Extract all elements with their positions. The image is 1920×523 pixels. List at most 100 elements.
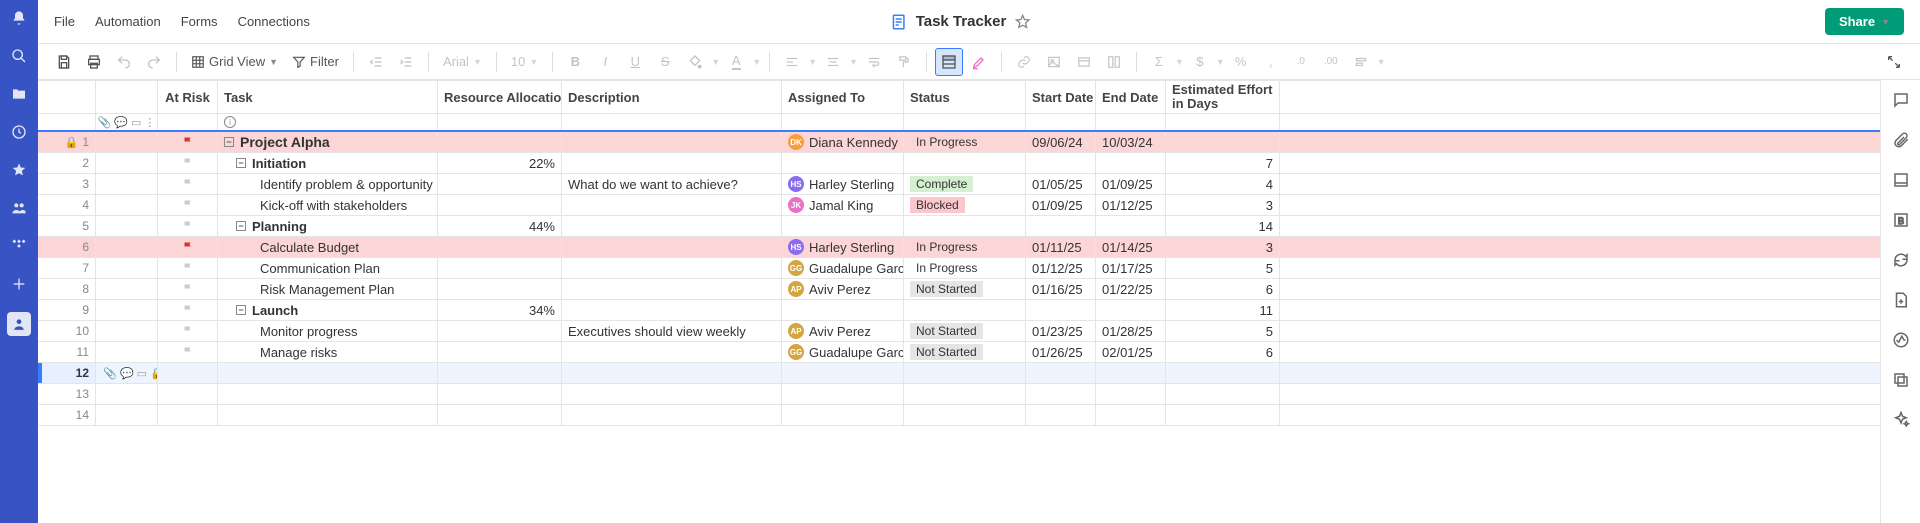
search-icon[interactable] (9, 46, 29, 66)
cell-effort[interactable]: 6 (1166, 342, 1280, 362)
refresh-panel-icon[interactable] (1891, 250, 1911, 270)
row-number[interactable]: 9 (38, 300, 96, 320)
underline-icon[interactable]: U (621, 48, 649, 76)
attachments-panel-icon[interactable] (1891, 130, 1911, 150)
cell-description[interactable] (562, 405, 782, 425)
cell-atrisk[interactable] (158, 132, 218, 152)
cell-resource[interactable]: 44% (438, 216, 562, 236)
lock-icon[interactable]: 🔒 (150, 367, 158, 380)
cell-effort[interactable] (1166, 132, 1280, 152)
cell-status[interactable]: Complete (904, 174, 1026, 194)
cell-start[interactable]: 01/09/25 (1026, 195, 1096, 215)
cell-atrisk[interactable] (158, 321, 218, 341)
data-row[interactable]: 9 −Launch 34% 11 (38, 300, 1880, 321)
cell-assigned[interactable]: DKDiana Kennedy (782, 132, 904, 152)
cell-status[interactable]: Not Started (904, 342, 1026, 362)
flag-icon[interactable] (182, 178, 194, 190)
cell-assigned[interactable] (782, 153, 904, 173)
cell-task[interactable]: −Launch (218, 300, 438, 320)
cell-description[interactable] (562, 342, 782, 362)
cell-description[interactable] (562, 195, 782, 215)
empty-row[interactable]: 13 (38, 384, 1880, 405)
copy-panel-icon[interactable] (1891, 370, 1911, 390)
row-menu-icon[interactable]: ⋮ (96, 367, 100, 380)
cell-end[interactable] (1096, 153, 1166, 173)
user-icon[interactable] (7, 312, 31, 336)
percent-icon[interactable]: % (1227, 48, 1255, 76)
cell-end[interactable]: 01/09/25 (1096, 174, 1166, 194)
print-icon[interactable] (80, 48, 108, 76)
cell-end[interactable]: 01/17/25 (1096, 258, 1166, 278)
grid[interactable]: At Risk Task Resource Allocation Descrip… (38, 80, 1880, 523)
cell-effort[interactable]: 6 (1166, 279, 1280, 299)
cell-atrisk[interactable] (158, 279, 218, 299)
cell-atrisk[interactable] (158, 300, 218, 320)
cell-task[interactable]: −Initiation (218, 153, 438, 173)
cell-assigned[interactable]: GGGuadalupe Garcia (782, 258, 904, 278)
cell-description[interactable]: What do we want to achieve? (562, 174, 782, 194)
collapse-toggle[interactable]: − (224, 137, 234, 147)
data-row[interactable]: 4 Kick-off with stakeholders JKJamal Kin… (38, 195, 1880, 216)
cell-end[interactable] (1096, 300, 1166, 320)
cell-assigned[interactable]: JKJamal King (782, 195, 904, 215)
cell-assigned[interactable] (782, 216, 904, 236)
strikethrough-icon[interactable]: S (651, 48, 679, 76)
cell-description[interactable] (562, 279, 782, 299)
row-number[interactable]: 7 (38, 258, 96, 278)
row-number[interactable]: 6 (38, 237, 96, 257)
flag-icon[interactable] (182, 262, 194, 274)
cell-description[interactable] (562, 384, 782, 404)
cell-resource[interactable] (438, 258, 562, 278)
cell-start[interactable]: 01/16/25 (1026, 279, 1096, 299)
cell-task[interactable]: Monitor progress (218, 321, 438, 341)
cell-effort[interactable]: 5 (1166, 258, 1280, 278)
cell-assigned[interactable]: HSHarley Sterling (782, 237, 904, 257)
menu-forms[interactable]: Forms (181, 14, 218, 29)
fill-color-icon[interactable] (681, 48, 709, 76)
cell-task[interactable] (218, 384, 438, 404)
cell-start[interactable] (1026, 363, 1096, 383)
sum-icon[interactable]: Σ (1145, 48, 1173, 76)
people-icon[interactable] (9, 198, 29, 218)
menu-automation[interactable]: Automation (95, 14, 161, 29)
cell-effort[interactable] (1166, 363, 1280, 383)
cell-end[interactable]: 01/14/25 (1096, 237, 1166, 257)
col-end[interactable]: End Date (1096, 81, 1166, 113)
cell-start[interactable] (1026, 300, 1096, 320)
cell-status[interactable] (904, 153, 1026, 173)
outdent-icon[interactable] (362, 48, 390, 76)
clock-icon[interactable] (9, 122, 29, 142)
cell-atrisk[interactable] (158, 258, 218, 278)
plus-icon[interactable] (9, 274, 29, 294)
cell-task[interactable]: Identify problem & opportunity (218, 174, 438, 194)
cell-effort[interactable]: 3 (1166, 195, 1280, 215)
ai-panel-icon[interactable] (1891, 410, 1911, 430)
decimal-decrease-icon[interactable]: .0 (1287, 48, 1315, 76)
empty-row[interactable]: 14 (38, 405, 1880, 426)
wrap-text-icon[interactable] (860, 48, 888, 76)
row-number[interactable]: 11 (38, 342, 96, 362)
undo-icon[interactable] (110, 48, 138, 76)
col-assigned[interactable]: Assigned To (782, 81, 904, 113)
flag-icon[interactable] (182, 283, 194, 295)
font-selector[interactable]: Arial▼ (437, 48, 488, 76)
col-effort[interactable]: Estimated Effort in Days (1166, 81, 1280, 113)
insert-icon[interactable] (1100, 48, 1128, 76)
cell-status[interactable]: In Progress (904, 237, 1026, 257)
flag-icon[interactable] (182, 346, 194, 358)
cell-status[interactable]: Not Started (904, 279, 1026, 299)
indent-icon[interactable] (392, 48, 420, 76)
cell-description[interactable] (562, 258, 782, 278)
cell-end[interactable] (1096, 405, 1166, 425)
cell-task[interactable]: Kick-off with stakeholders (218, 195, 438, 215)
cell-atrisk[interactable] (158, 363, 218, 383)
cell-assigned[interactable]: GGGuadalupe Garcia (782, 342, 904, 362)
cell-description[interactable] (562, 300, 782, 320)
cell-start[interactable] (1026, 405, 1096, 425)
cell-effort[interactable] (1166, 384, 1280, 404)
comma-icon[interactable]: , (1257, 48, 1285, 76)
italic-icon[interactable]: I (591, 48, 619, 76)
cell-atrisk[interactable] (158, 342, 218, 362)
save-icon[interactable] (50, 48, 78, 76)
image-icon[interactable] (1040, 48, 1068, 76)
